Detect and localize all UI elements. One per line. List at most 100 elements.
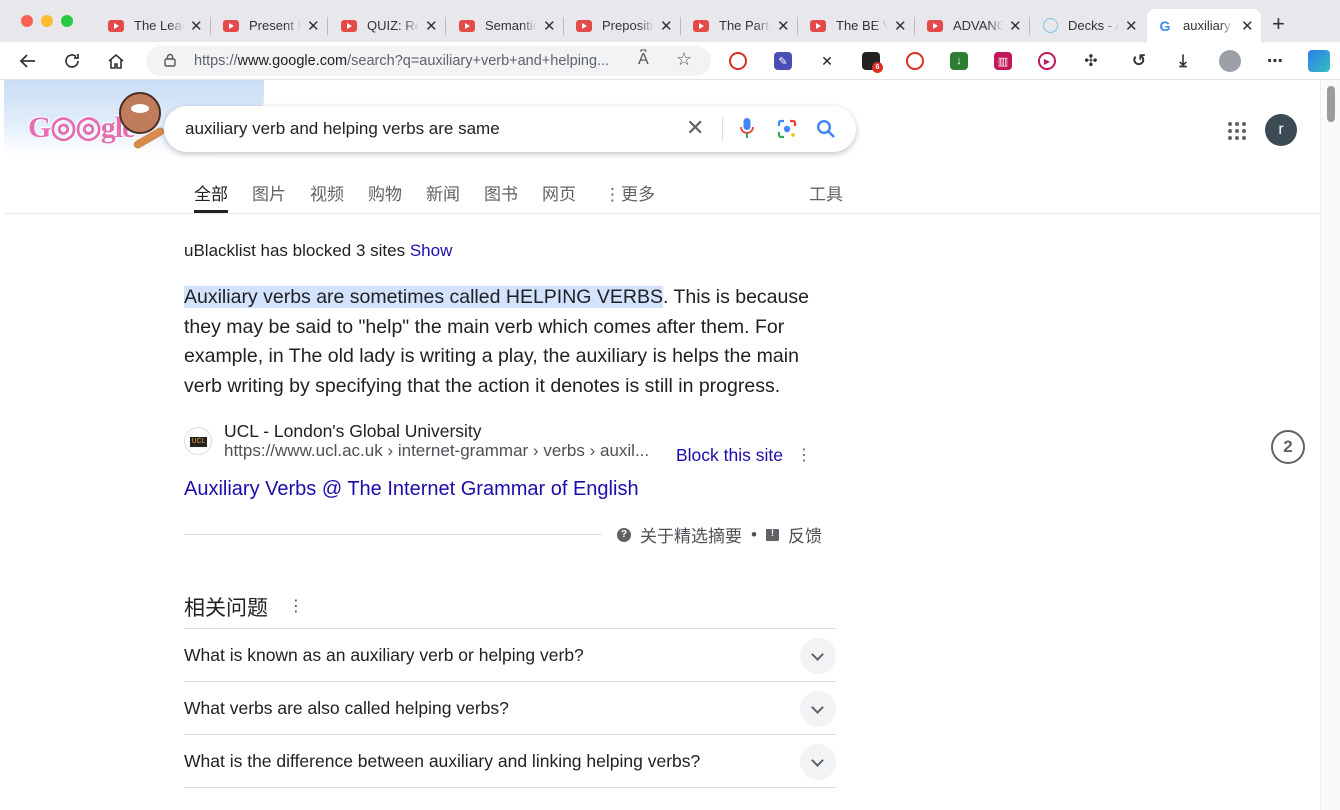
tab-shopping[interactable]: 购物 (368, 180, 402, 213)
tab-web[interactable]: 网页 (542, 180, 576, 213)
search-divider (722, 117, 723, 141)
history-icon[interactable]: ↺ (1130, 51, 1148, 70)
browser-tab[interactable]: Decks - A ✕ (1033, 9, 1145, 42)
result-menu-icon[interactable]: ⋮ (796, 445, 812, 465)
tab-news[interactable]: 新闻 (426, 180, 460, 213)
browser-tab[interactable]: Semantic ✕ (449, 9, 564, 42)
browser-tab-active[interactable]: G auxiliary ✕ (1147, 9, 1261, 42)
more-dots-icon: ⋮ (604, 185, 621, 204)
zoom-window-button[interactable] (61, 15, 73, 27)
tab-videos[interactable]: 视频 (310, 180, 344, 213)
browser-tab[interactable]: The BE V ✕ (800, 9, 915, 42)
search-input[interactable]: auxiliary verb and helping verbs are sam… (185, 119, 856, 139)
chevron-down-icon[interactable] (800, 638, 836, 674)
tab-all[interactable]: 全部 (194, 180, 228, 213)
favorite-star-icon[interactable]: ☆ (676, 49, 692, 70)
close-tab-icon[interactable]: ✕ (777, 17, 790, 35)
downloads-icon[interactable]: ⤓ (1174, 51, 1192, 70)
youtube-icon (693, 19, 709, 32)
google-apps-icon[interactable] (1228, 122, 1246, 140)
help-icon: ? (617, 527, 631, 542)
show-blocked-link[interactable]: Show (410, 241, 453, 260)
tab-images[interactable]: 图片 (252, 180, 286, 213)
new-tab-icon[interactable]: + (1272, 11, 1285, 37)
google-lens-icon[interactable] (777, 119, 797, 139)
close-tab-icon[interactable]: ✕ (1009, 17, 1022, 35)
clear-search-icon[interactable]: ✕ (686, 117, 704, 139)
minimize-window-button[interactable] (41, 15, 53, 27)
tools-extension-icon[interactable]: ✕ (818, 52, 836, 70)
chevron-down-icon[interactable] (800, 691, 836, 727)
block-site-link[interactable]: Block this site (676, 445, 783, 466)
browser-tab[interactable]: The Lear ✕ (98, 9, 211, 42)
separator-dot: • (751, 524, 757, 544)
url-text: https://www.google.com/search?q=auxiliar… (194, 53, 610, 69)
youtube-icon (927, 19, 943, 32)
google-icon: G (1159, 17, 1171, 34)
browser-tab[interactable]: QUIZ: Re ✕ (331, 9, 446, 42)
browser-tab[interactable]: Prepositi ✕ (566, 9, 681, 42)
doodle-bird-icon (119, 92, 161, 134)
tab-more[interactable]: ⋮更多 (604, 180, 655, 213)
close-window-button[interactable] (21, 15, 33, 27)
scrollbar-thumb[interactable] (1327, 86, 1335, 122)
snippet-highlight: Auxiliary verbs are sometimes called HEL… (184, 286, 663, 308)
reload-icon[interactable] (60, 49, 84, 73)
magnifier-extension-icon[interactable] (729, 52, 747, 70)
youtube-icon (223, 19, 239, 32)
people-also-ask: What is known as an auxiliary verb or he… (184, 628, 836, 810)
paa-question[interactable]: What verbs are also called helping verbs… (184, 681, 836, 734)
chevron-down-icon[interactable] (800, 744, 836, 780)
tools-button[interactable]: 工具 (809, 180, 843, 213)
page-scrollbar[interactable] (1320, 80, 1340, 810)
snippet-footer: ? 关于精选摘要 • 反馈 (617, 522, 822, 547)
account-avatar[interactable]: r (1265, 114, 1297, 146)
close-tab-icon[interactable]: ✕ (1241, 17, 1254, 35)
browser-tab[interactable]: ADVANC ✕ (917, 9, 1030, 42)
decks-icon (1043, 18, 1058, 33)
paa-question-partial[interactable] (184, 787, 836, 810)
tab-books[interactable]: 图书 (484, 180, 518, 213)
extensions-puzzle-icon[interactable]: ✣ (1082, 52, 1100, 70)
read-aloud-icon[interactable]: A͆ (638, 51, 649, 69)
paa-menu-icon[interactable]: ⋮ (288, 596, 304, 616)
more-menu-icon[interactable]: ⋯ (1266, 52, 1284, 70)
google-results-page: G◎◎gle auxiliary verb and helping verbs … (4, 80, 1320, 810)
extension-count-badge[interactable]: 2 (1271, 430, 1305, 464)
close-tab-icon[interactable]: ✕ (543, 17, 556, 35)
copilot-icon[interactable] (1308, 50, 1330, 72)
record-extension-icon[interactable] (906, 52, 924, 70)
close-tab-icon[interactable]: ✕ (307, 17, 320, 35)
feedback-link[interactable]: 反馈 (788, 522, 822, 547)
search-nav-tabs: 全部 图片 视频 购物 新闻 图书 网页 ⋮更多 工具 (184, 180, 854, 214)
source-cite[interactable]: https://www.ucl.ac.uk › internet-grammar… (224, 441, 668, 461)
profile-icon[interactable] (1219, 50, 1241, 72)
close-tab-icon[interactable]: ✕ (190, 17, 203, 35)
search-icon[interactable] (816, 119, 836, 139)
download-extension-icon[interactable]: ↓ (950, 52, 968, 70)
youtube-icon (108, 19, 124, 32)
tab-strip: The Lear ✕ Present P ✕ QUIZ: Re ✕ Semant… (0, 0, 1340, 42)
youtube-icon (576, 19, 592, 32)
close-tab-icon[interactable]: ✕ (894, 17, 907, 35)
home-icon[interactable] (104, 49, 128, 73)
screen-extension-icon[interactable]: 6 (862, 52, 883, 73)
close-tab-icon[interactable]: ✕ (1125, 17, 1138, 35)
browser-tab[interactable]: Present P ✕ (213, 9, 328, 42)
trello-extension-icon[interactable]: ▥ (994, 52, 1012, 70)
browser-tab[interactable]: The Parti ✕ (683, 9, 798, 42)
microphone-icon[interactable] (740, 118, 754, 138)
about-snippets-link[interactable]: 关于精选摘要 (640, 522, 742, 547)
address-bar[interactable]: https://www.google.com/search?q=auxiliar… (146, 46, 711, 76)
back-icon[interactable] (16, 49, 40, 73)
pen-extension-icon[interactable]: ✎ (774, 52, 792, 70)
source-site-name[interactable]: UCL - London's Global University (224, 421, 482, 442)
paa-question[interactable]: What is known as an auxiliary verb or he… (184, 628, 836, 681)
paa-question[interactable]: What is the difference between auxiliary… (184, 734, 836, 787)
extension-badge: 6 (872, 62, 883, 73)
close-tab-icon[interactable]: ✕ (660, 17, 673, 35)
search-box[interactable]: auxiliary verb and helping verbs are sam… (164, 106, 856, 152)
result-title-link[interactable]: Auxiliary Verbs @ The Internet Grammar o… (184, 478, 639, 501)
play-extension-icon[interactable]: ▶ (1038, 52, 1056, 70)
close-tab-icon[interactable]: ✕ (425, 17, 438, 35)
